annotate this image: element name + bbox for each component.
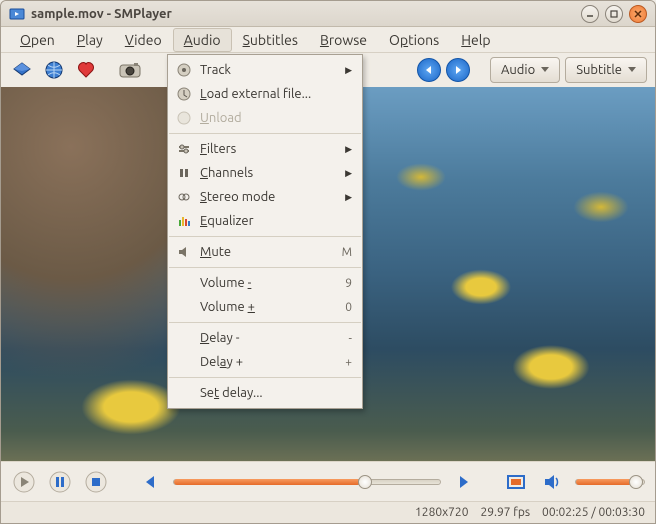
subtitle-dropdown[interactable]: Subtitle xyxy=(565,57,647,83)
menu-item-mute[interactable]: Mute M xyxy=(168,240,362,264)
menu-item-set-delay[interactable]: Set delay... xyxy=(168,381,362,405)
submenu-arrow-icon: ▶ xyxy=(345,144,352,155)
stop-button[interactable] xyxy=(83,469,109,495)
menu-play[interactable]: Play xyxy=(66,28,114,52)
menu-item-stereo-mode[interactable]: Stereo mode ▶ xyxy=(168,185,362,209)
fullscreen-button[interactable] xyxy=(503,469,529,495)
menu-item-volume-up[interactable]: Volume + 0 xyxy=(168,295,362,319)
window-title: sample.mov - SMPlayer xyxy=(31,7,581,21)
menu-item-track[interactable]: Track ▶ xyxy=(168,58,362,82)
menu-browse[interactable]: Browse xyxy=(309,28,378,52)
menu-item-delay-up[interactable]: Delay + + xyxy=(168,350,362,374)
audio-track-dropdown[interactable]: Audio xyxy=(490,57,560,83)
close-button[interactable] xyxy=(629,5,647,23)
submenu-arrow-icon: ▶ xyxy=(345,168,352,179)
menu-item-unload: Unload xyxy=(168,106,362,130)
open-file-icon[interactable] xyxy=(9,57,35,83)
titlebar: sample.mov - SMPlayer xyxy=(1,1,655,27)
equalizer-icon xyxy=(176,213,192,229)
open-url-icon[interactable] xyxy=(41,57,67,83)
volume-fill xyxy=(576,479,632,485)
progress-fill xyxy=(174,479,360,485)
mute-icon xyxy=(176,244,192,260)
menu-separator xyxy=(169,377,361,378)
load-file-icon xyxy=(176,86,192,102)
submenu-arrow-icon: ▶ xyxy=(345,65,352,76)
seek-forward-button[interactable] xyxy=(451,469,477,495)
menu-video[interactable]: Video xyxy=(114,28,173,52)
menu-help[interactable]: Help xyxy=(450,28,501,52)
filters-icon xyxy=(176,141,192,157)
menu-item-channels[interactable]: Channels ▶ xyxy=(168,161,362,185)
pause-button[interactable] xyxy=(47,469,73,495)
menubar: Open Play Video Audio Subtitles Browse O… xyxy=(1,27,655,53)
app-window: sample.mov - SMPlayer Open Play Video Au… xyxy=(0,0,656,524)
volume-thumb[interactable] xyxy=(629,475,643,489)
favorites-icon[interactable] xyxy=(73,57,99,83)
status-fps: 29.97 fps xyxy=(480,506,530,519)
stereo-icon xyxy=(176,189,192,205)
channels-icon xyxy=(176,165,192,181)
submenu-arrow-icon: ▶ xyxy=(345,192,352,203)
mute-button[interactable] xyxy=(539,469,565,495)
menu-subtitles[interactable]: Subtitles xyxy=(232,28,309,52)
nav-next-button[interactable] xyxy=(446,58,470,82)
statusbar: 1280x720 29.97 fps 00:02:25 / 00:03:30 xyxy=(1,501,655,523)
minimize-button[interactable] xyxy=(581,5,599,23)
screenshot-icon[interactable] xyxy=(117,57,143,83)
maximize-button[interactable] xyxy=(605,5,623,23)
track-icon xyxy=(176,62,192,78)
progress-slider[interactable] xyxy=(173,479,441,485)
menu-separator xyxy=(169,236,361,237)
menu-audio[interactable]: Audio xyxy=(173,28,232,52)
unload-icon xyxy=(176,110,192,126)
app-icon xyxy=(9,6,25,22)
menu-separator xyxy=(169,322,361,323)
menu-item-load-external[interactable]: Load external file... xyxy=(168,82,362,106)
progress-thumb[interactable] xyxy=(358,475,372,489)
menu-separator xyxy=(169,133,361,134)
nav-prev-button[interactable] xyxy=(417,58,441,82)
play-button[interactable] xyxy=(11,469,37,495)
volume-slider[interactable] xyxy=(575,479,645,485)
window-controls xyxy=(581,5,647,23)
menu-separator xyxy=(169,267,361,268)
menu-open[interactable]: Open xyxy=(9,28,66,52)
menu-item-delay-down[interactable]: Delay - - xyxy=(168,326,362,350)
audio-menu-dropdown: Track ▶ Load external file... Unload Fil… xyxy=(167,54,363,409)
menu-options[interactable]: Options xyxy=(378,28,450,52)
menu-item-volume-down[interactable]: Volume - 9 xyxy=(168,271,362,295)
status-resolution: 1280x720 xyxy=(415,506,468,519)
menu-item-filters[interactable]: Filters ▶ xyxy=(168,137,362,161)
menu-item-equalizer[interactable]: Equalizer xyxy=(168,209,362,233)
status-time: 00:02:25 / 00:03:30 xyxy=(542,506,645,519)
playback-bar xyxy=(1,461,655,501)
seek-back-button[interactable] xyxy=(137,469,163,495)
